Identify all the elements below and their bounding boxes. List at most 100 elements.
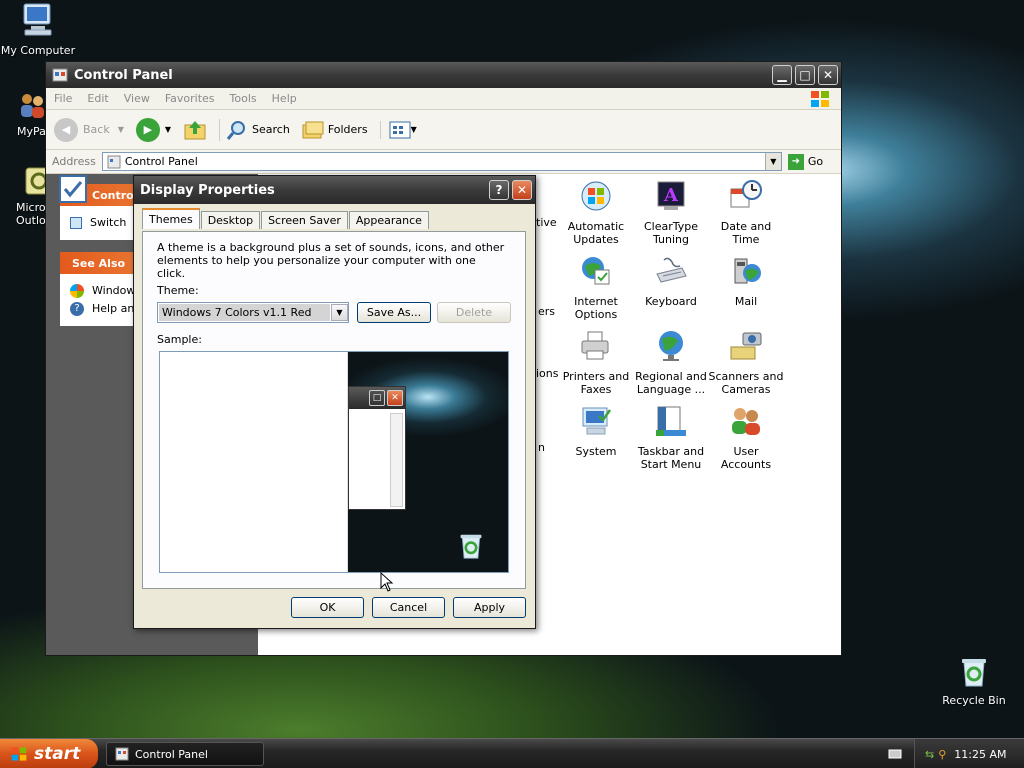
theme-select[interactable]: Windows 7 Colors v1.1 Red ▼ (157, 302, 349, 323)
keyboard-icon (656, 257, 687, 283)
partial-item-label: tive (536, 216, 557, 229)
maximize-icon: □ (369, 390, 385, 406)
start-button[interactable]: start (0, 739, 98, 768)
minimize-button[interactable]: ▁ (772, 65, 792, 85)
cp-item-label: Internet Options (574, 295, 618, 321)
toolbar: ◀ Back ▼ ▶ ▼ Search Folders ▼ (46, 110, 841, 150)
cp-item-printers-and-faxes[interactable]: Printers and Faxes (558, 329, 634, 396)
folders-button[interactable]: Folders (302, 120, 368, 140)
theme-sample-preview: □ ✕ (159, 351, 509, 573)
partial-item-label: ions (536, 367, 559, 380)
close-button[interactable]: ✕ (818, 65, 838, 85)
desktop-icon-label: My Computer (0, 44, 76, 57)
cp-item-automatic-updates[interactable]: Automatic Updates (558, 179, 634, 246)
go-label: Go (807, 155, 824, 168)
taskbar-item-control-panel[interactable]: Control Panel (106, 742, 264, 766)
see-also-title: See Also (72, 256, 126, 270)
search-button[interactable]: Search (219, 118, 290, 141)
theme-select-value: Windows 7 Colors v1.1 Red (159, 304, 330, 321)
cp-item-label: System (575, 445, 617, 458)
back-button[interactable]: ◀ Back ▼ (54, 117, 124, 142)
save-as-button[interactable]: Save As... (357, 302, 431, 323)
dialog-titlebar[interactable]: Display Properties ? ✕ (134, 176, 535, 204)
address-label: Address (52, 155, 96, 168)
tab-screen-saver[interactable]: Screen Saver (261, 211, 348, 229)
cp-item-cleartype-tuning[interactable]: A ClearType Tuning (633, 179, 709, 246)
chevron-down-icon[interactable]: ▼ (331, 304, 348, 321)
windows-logo-icon (11, 747, 27, 761)
cp-item-label: ClearType Tuning (643, 220, 699, 246)
desktop-icon-label: Micros Outlo (16, 201, 46, 227)
clock[interactable]: 11:25 AM (954, 748, 1006, 761)
dialog-tabs: Themes Desktop Screen Saver Appearance (142, 208, 430, 229)
taskbar-item-label: Control Panel (135, 747, 208, 761)
tab-themes[interactable]: Themes (142, 208, 200, 229)
system-icon (582, 407, 612, 435)
address-bar: Address Control Panel ▼ ➜ Go (46, 150, 841, 174)
menu-tools[interactable]: Tools (230, 92, 257, 105)
address-dropdown[interactable]: ▼ (764, 153, 781, 170)
tab-desktop[interactable]: Desktop (200, 211, 261, 229)
cp-item-keyboard[interactable]: Keyboard (633, 254, 709, 308)
see-also-item-label: Help an (92, 302, 135, 315)
cp-item-taskbar-and-start-menu[interactable]: Taskbar and Start Menu (633, 404, 709, 471)
apply-button[interactable]: Apply (453, 597, 526, 618)
control-panel-icon (107, 155, 121, 168)
desktop-icon-mypa[interactable]: MyPa (0, 90, 50, 138)
cp-item-scanners-and-cameras[interactable]: Scanners and Cameras (708, 329, 784, 396)
sample-blank-area (160, 352, 348, 572)
desktop-icon-my-computer[interactable]: My Computer (0, 2, 76, 57)
windows-update-icon (581, 181, 611, 211)
close-button[interactable]: ✕ (512, 180, 532, 200)
menu-favorites[interactable]: Favorites (165, 92, 215, 105)
cp-item-mail[interactable]: Mail (708, 254, 784, 308)
display-properties-dialog[interactable]: Display Properties ? ✕ Themes Desktop Sc… (133, 175, 536, 629)
forward-button[interactable]: ▶ ▼ (135, 117, 171, 142)
cp-item-label: Taskbar and Start Menu (637, 445, 705, 471)
views-button[interactable]: ▼ (379, 120, 417, 139)
menu-view[interactable]: View (124, 92, 150, 105)
back-label: Back (83, 123, 110, 136)
ok-button[interactable]: OK (291, 597, 364, 618)
windows-update-icon (70, 284, 84, 298)
sample-window-titlebar: □ ✕ (349, 387, 405, 409)
desktop-icon-recycle-bin[interactable]: Recycle Bin (936, 656, 1012, 707)
sample-scrollbar (390, 413, 403, 507)
search-icon[interactable]: ⚲ (938, 748, 946, 761)
people-icon (21, 94, 44, 118)
cp-item-internet-options[interactable]: Internet Options (558, 254, 634, 321)
control-panel-titlebar[interactable]: Control Panel ▁ □ ✕ (46, 62, 841, 88)
up-folder-icon (184, 120, 206, 139)
menu-edit[interactable]: Edit (87, 92, 108, 105)
go-arrow-icon: ➜ (787, 153, 804, 170)
desktop-icon-outlook[interactable]: Micros Outlo (0, 166, 46, 227)
switch-view-icon (70, 217, 82, 229)
start-label: start (34, 744, 81, 764)
menu-file[interactable]: File (54, 92, 72, 105)
sample-window: □ ✕ (348, 386, 406, 510)
partial-item-label: n (538, 441, 545, 454)
folders-label: Folders (327, 123, 368, 136)
cp-item-date-and-time[interactable]: Date and Time (708, 179, 784, 246)
cp-item-system[interactable]: System (558, 404, 634, 458)
cp-item-user-accounts[interactable]: User Accounts (708, 404, 784, 471)
forward-arrow-icon: ▶ (135, 117, 160, 142)
mouse-cursor-icon (380, 572, 394, 592)
up-folder-button[interactable] (183, 119, 207, 141)
cp-item-label: Scanners and Cameras (708, 370, 784, 396)
date-time-icon (730, 180, 762, 208)
address-input[interactable]: Control Panel ▼ (101, 152, 782, 171)
menu-help[interactable]: Help (272, 92, 297, 105)
delete-button[interactable]: Delete (437, 302, 511, 323)
tab-appearance[interactable]: Appearance (348, 211, 429, 229)
cancel-button[interactable]: Cancel (372, 597, 445, 618)
chevron-down-icon: ▼ (117, 125, 124, 134)
help-button[interactable]: ? (489, 180, 509, 200)
keyboard-icon[interactable] (888, 748, 902, 760)
cp-item-label: Date and Time (720, 220, 772, 246)
cp-item-regional-and-language[interactable]: Regional and Language ... (633, 329, 709, 396)
cp-item-label: User Accounts (720, 445, 772, 471)
go-button[interactable]: ➜ Go (787, 153, 824, 170)
network-icon[interactable]: ⇆ (925, 748, 934, 761)
maximize-button[interactable]: □ (795, 65, 815, 85)
